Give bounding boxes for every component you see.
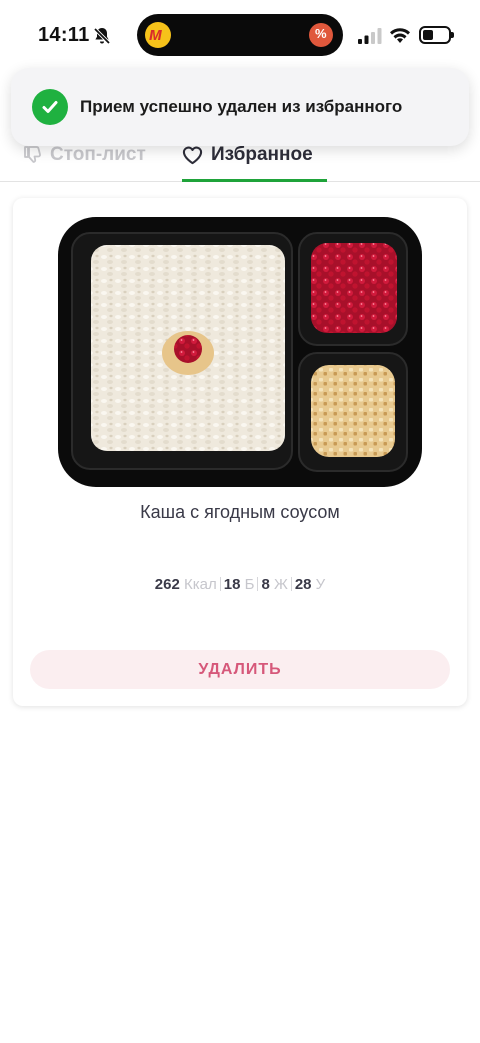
- tab-stop-list[interactable]: Стоп-лист: [22, 144, 146, 166]
- divider: [290, 577, 292, 591]
- tab-favorites-label: Избранное: [211, 144, 313, 165]
- meal-photo: [58, 217, 422, 487]
- status-time: 14:11: [38, 24, 90, 46]
- battery-icon: [419, 26, 454, 44]
- delete-button[interactable]: УДАЛИТЬ: [30, 650, 450, 689]
- divider: [219, 577, 221, 591]
- nutrition-info: 262 Ккал 18 Б8 Ж 28 У: [13, 576, 467, 593]
- carbs-unit: У: [315, 576, 326, 593]
- protein-unit: Б: [244, 576, 255, 593]
- toast-message: Прием успешно удален из избранного: [80, 97, 403, 116]
- kcal-unit: Ккал: [184, 576, 217, 593]
- check-circle-icon: [32, 89, 68, 125]
- protein-value: 18: [223, 576, 241, 593]
- tab-stop-list-label: Стоп-лист: [50, 144, 146, 165]
- thumbs-down-icon: [24, 146, 41, 163]
- kcal-value: 262: [154, 576, 180, 593]
- fat-unit: Ж: [273, 576, 288, 593]
- bell-slash-icon: [93, 27, 111, 45]
- dynamic-island: м %: [137, 14, 343, 56]
- fat-value: 8: [261, 576, 270, 593]
- active-tab-indicator: [182, 179, 327, 182]
- app-icon-yellow[interactable]: м: [145, 22, 171, 48]
- success-toast[interactable]: Прием успешно удален из избранного: [11, 68, 469, 146]
- carbs-value: 28: [294, 576, 312, 593]
- status-bar: 14:11 м %: [0, 0, 480, 60]
- wifi-icon: [390, 28, 410, 43]
- meal-card[interactable]: Каша с ягодным соусом 262 Ккал 18 Б8 Ж 28 …: [13, 198, 467, 706]
- heart-icon: [182, 146, 203, 165]
- cellular-signal-icon: [358, 28, 382, 44]
- divider: [257, 577, 259, 591]
- discount-icon[interactable]: %: [309, 23, 333, 47]
- meal-title: Каша с ягодным соусом: [140, 502, 340, 522]
- tab-favorites[interactable]: Избранное: [182, 144, 313, 166]
